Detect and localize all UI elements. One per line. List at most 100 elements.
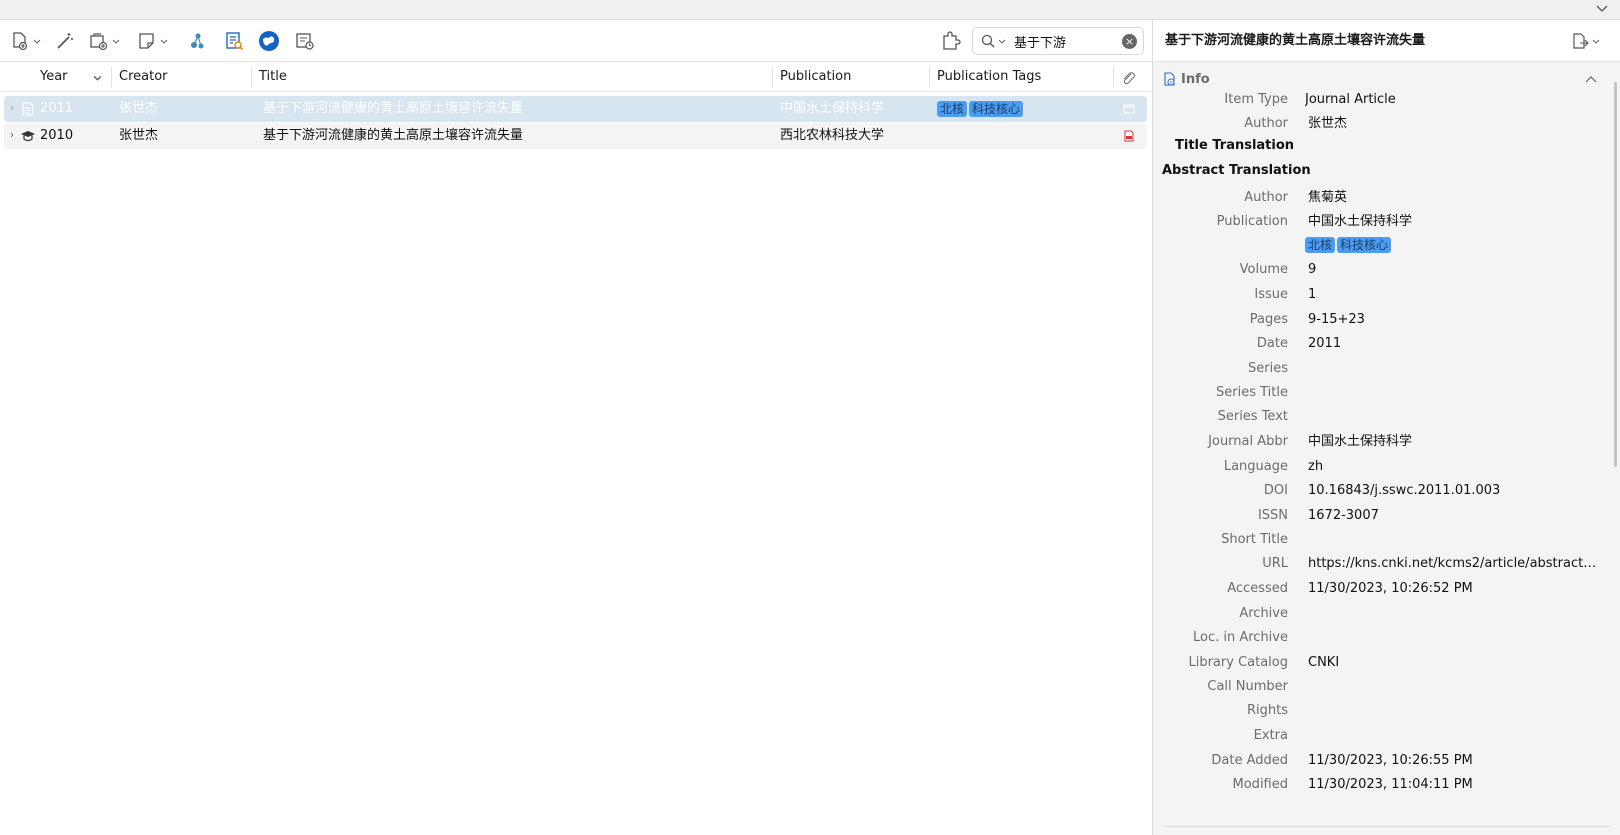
item-title: 基于下游河流健康的黄土高原土壤容许流失量 bbox=[1165, 33, 1426, 48]
chevron-down-icon bbox=[112, 39, 120, 44]
tag-badge: 北核 bbox=[937, 100, 968, 117]
table-row[interactable]: › 2010 张世杰 基于下游河流健康的黄土高原土壤容许流失量 西北农林科技大学 bbox=[4, 123, 1147, 149]
field-doi[interactable]: DOI 10.16843/j.sswc.2011.01.003 bbox=[1153, 480, 1603, 502]
column-publication-tags[interactable]: Publication Tags bbox=[937, 62, 1041, 92]
field-library-catalog[interactable]: Library Catalog CNKI bbox=[1153, 652, 1603, 674]
field-series-text[interactable]: Series Text bbox=[1153, 406, 1603, 428]
column-year[interactable]: Year bbox=[40, 62, 68, 92]
info-icon bbox=[1164, 72, 1175, 86]
chevron-down-icon[interactable] bbox=[998, 37, 1006, 45]
cell-publication: 西北农林科技大学 bbox=[780, 128, 885, 143]
expand-twisty-icon[interactable]: › bbox=[10, 96, 14, 122]
tag-badge: 科技核心 bbox=[969, 100, 1024, 117]
url-link[interactable]: https://kns.cnki.net/kcms2/article/abstr… bbox=[1308, 553, 1603, 575]
attachment-column-icon[interactable] bbox=[1120, 70, 1136, 86]
history-button[interactable] bbox=[295, 29, 315, 53]
find-duplicates-button[interactable] bbox=[224, 29, 244, 53]
field-extra[interactable]: Extra bbox=[1153, 725, 1603, 747]
new-note-button[interactable] bbox=[137, 29, 168, 53]
field-language[interactable]: Language zh bbox=[1153, 456, 1603, 478]
cell-title: 基于下游河流健康的黄土高原土壤容许流失量 bbox=[263, 128, 524, 143]
field-pages[interactable]: Pages 9-15+23 bbox=[1153, 309, 1603, 331]
info-section-header[interactable]: Info bbox=[1163, 68, 1597, 90]
cell-publication: 中国水土保持科学 bbox=[780, 101, 885, 116]
field-issue[interactable]: Issue 1 bbox=[1153, 284, 1603, 306]
field-accessed[interactable]: Accessed 11/30/2023, 10:26:52 PM bbox=[1153, 578, 1603, 600]
field-publication[interactable]: Publication 中国水土保持科学 bbox=[1153, 211, 1603, 233]
puzzle-icon bbox=[943, 31, 961, 50]
field-loc-in-archive[interactable]: Loc. in Archive bbox=[1153, 627, 1603, 649]
clear-search-icon[interactable]: × bbox=[1122, 33, 1137, 49]
tag-badge: 北核 bbox=[1305, 237, 1336, 253]
field-rights[interactable]: Rights bbox=[1153, 700, 1603, 722]
field-url[interactable]: URL https://kns.cnki.net/kcms2/article/ab… bbox=[1153, 553, 1603, 575]
chevron-down-icon bbox=[33, 39, 41, 44]
table-row[interactable]: › 2011 张世杰 基于下游河流健康的黄土高原土壤容许流失量 中国水土保持科学… bbox=[4, 96, 1147, 122]
field-volume[interactable]: Volume 9 bbox=[1153, 259, 1603, 281]
new-item-button[interactable] bbox=[10, 29, 41, 53]
cell-title: 基于下游河流健康的黄土高原土壤容许流失量 bbox=[263, 101, 524, 116]
field-author[interactable]: Author 焦菊英 bbox=[1153, 187, 1603, 209]
pdf-attachment-icon[interactable] bbox=[1123, 130, 1135, 142]
field-date-added: Date Added 11/30/2023, 10:26:55 PM bbox=[1211, 753, 1473, 768]
abstract-translation-label[interactable]: Abstract Translation bbox=[1162, 160, 1311, 182]
field-modified: Modified 11/30/2023, 11:04:11 PM bbox=[1232, 777, 1473, 792]
section-divider bbox=[1163, 826, 1610, 827]
item-pane: 基于下游河流健康的黄土高原土壤容许流失量 Info Item Type Journ… bbox=[1153, 20, 1620, 835]
column-title[interactable]: Title bbox=[259, 62, 287, 92]
collapse-chevron-icon[interactable] bbox=[1585, 74, 1597, 84]
field-date[interactable]: Date 2011 bbox=[1153, 333, 1603, 355]
search-box[interactable]: 基于下游 × bbox=[972, 27, 1144, 55]
item-pane-header: 基于下游河流健康的黄土高原土壤容许流失量 bbox=[1153, 20, 1620, 62]
attachment-add-icon bbox=[90, 33, 108, 51]
title-translation-label[interactable]: Title Translation bbox=[1175, 135, 1294, 157]
thesis-icon bbox=[21, 131, 35, 142]
column-creator[interactable]: Creator bbox=[119, 62, 168, 92]
items-toolbar: 基于下游 × bbox=[0, 20, 1152, 62]
field-series-title[interactable]: Series Title bbox=[1153, 382, 1603, 404]
snapshot-attachment-icon[interactable] bbox=[1123, 103, 1135, 115]
tag-badge: 科技核心 bbox=[1337, 237, 1392, 253]
sort-chevron-icon[interactable] bbox=[93, 73, 102, 82]
window-top-strip bbox=[0, 0, 1620, 20]
expand-twisty-icon[interactable]: › bbox=[10, 123, 14, 149]
field-author[interactable]: Author 张世杰 bbox=[1153, 113, 1603, 135]
section-title: Info bbox=[1181, 71, 1210, 87]
field-item-type[interactable]: Item Type Journal Article bbox=[1153, 89, 1603, 111]
add-by-identifier-button[interactable] bbox=[55, 29, 75, 53]
field-short-title[interactable]: Short Title bbox=[1153, 529, 1603, 551]
cell-year: 2011 bbox=[40, 101, 74, 116]
field-call-number[interactable]: Call Number bbox=[1153, 676, 1603, 698]
column-publication[interactable]: Publication bbox=[780, 62, 851, 92]
publication-tags: 北核 科技核心 bbox=[1305, 237, 1393, 255]
document-export-icon bbox=[1573, 33, 1589, 49]
locate-button[interactable] bbox=[1571, 32, 1600, 50]
new-attachment-button[interactable] bbox=[89, 29, 120, 53]
search-icon[interactable] bbox=[981, 34, 995, 48]
journal-article-icon bbox=[22, 102, 34, 116]
field-journal-abbr[interactable]: Journal Abbr 中国水土保持科学 bbox=[1153, 431, 1603, 453]
cell-creator: 张世杰 bbox=[119, 128, 159, 143]
document-history-icon bbox=[296, 33, 314, 50]
cell-year: 2010 bbox=[40, 128, 74, 143]
chevron-down-icon[interactable] bbox=[1596, 2, 1608, 14]
field-archive[interactable]: Archive bbox=[1153, 603, 1603, 625]
items-list: › 2011 张世杰 基于下游河流健康的黄土高原土壤容许流失量 中国水土保持科学… bbox=[4, 96, 1147, 149]
plugin-button[interactable] bbox=[940, 29, 962, 53]
chevron-down-icon bbox=[160, 39, 168, 44]
cell-creator: 张世杰 bbox=[119, 101, 159, 116]
chevron-down-icon bbox=[1592, 39, 1600, 44]
related-button[interactable] bbox=[188, 29, 208, 53]
new-item-icon bbox=[13, 32, 28, 51]
field-series[interactable]: Series bbox=[1153, 358, 1603, 380]
network-icon bbox=[191, 33, 204, 49]
column-header: Year Creator Title Publication Publicati… bbox=[0, 62, 1152, 92]
cell-publication-tags: 北核 科技核心 bbox=[937, 96, 1025, 122]
field-issn[interactable]: ISSN 1672-3007 bbox=[1153, 505, 1603, 527]
magic-wand-icon bbox=[57, 33, 73, 49]
globe-translate-icon bbox=[259, 31, 279, 51]
items-pane: 基于下游 × Year Creator Title Publication Pu… bbox=[0, 20, 1152, 835]
scrollbar[interactable] bbox=[1614, 82, 1617, 467]
translate-button[interactable] bbox=[258, 29, 280, 53]
search-input[interactable]: 基于下游 bbox=[1014, 32, 1122, 51]
